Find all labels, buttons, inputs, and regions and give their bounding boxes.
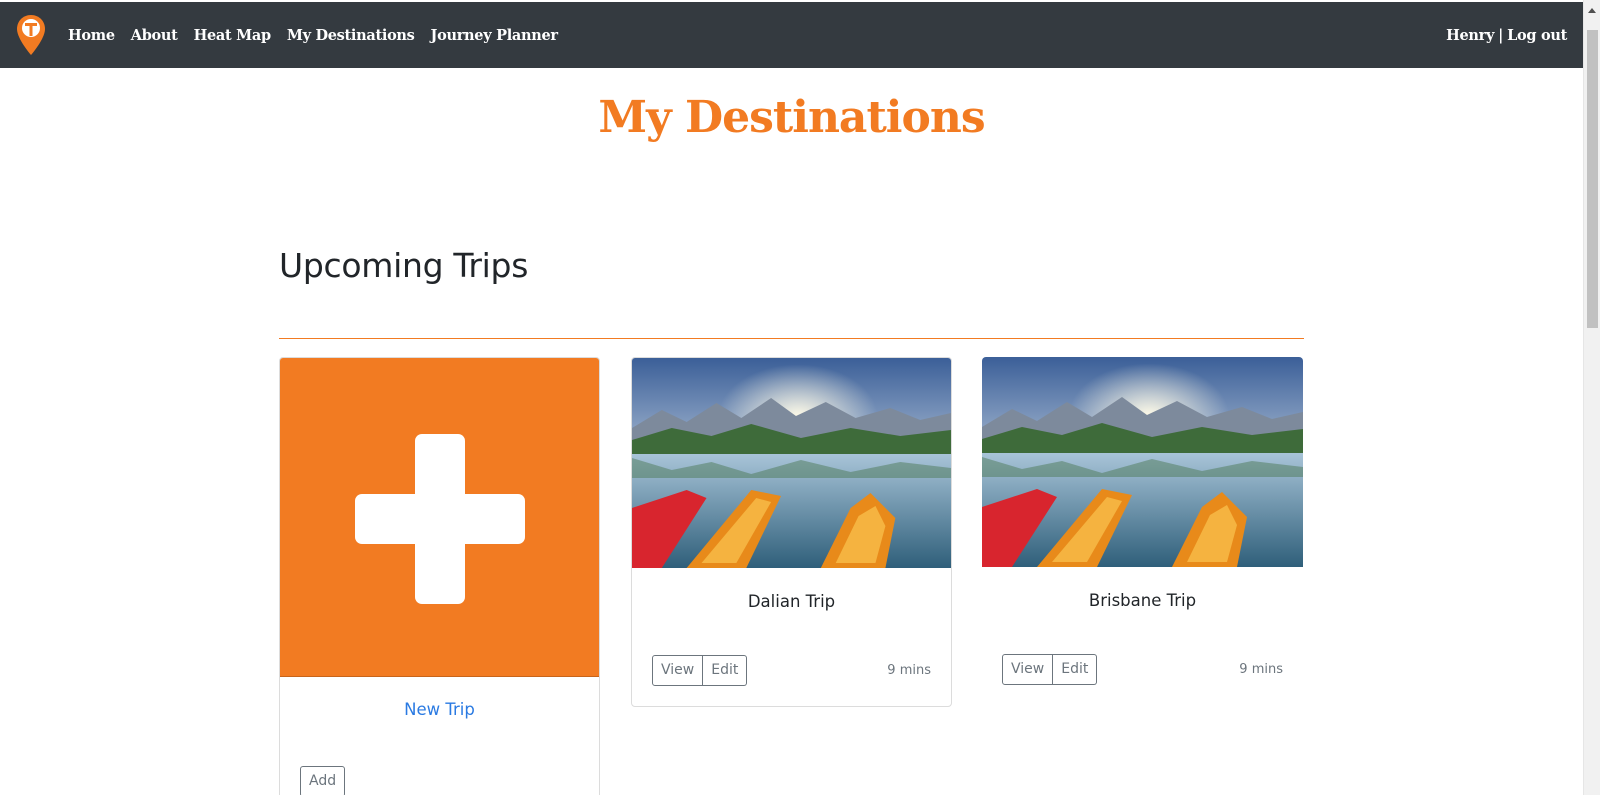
plus-icon[interactable] (280, 358, 599, 677)
logo[interactable] (0, 2, 60, 68)
nav-separator: | (1498, 26, 1504, 44)
edit-trip-button[interactable]: Edit (703, 655, 748, 686)
nav-link-home[interactable]: Home (60, 27, 123, 44)
trip-title: Brisbane Trip (1088, 591, 1197, 610)
page-title: My Destinations (598, 92, 985, 143)
trip-card-brisbane: Brisbane Trip View Edit 9 mins (982, 357, 1303, 707)
map-pin-logo-icon (17, 15, 45, 55)
section-divider (279, 338, 1304, 339)
section-title: Upcoming Trips (279, 246, 529, 285)
trip-landscape-image (982, 357, 1303, 567)
nav-link-heat-map[interactable]: Heat Map (186, 27, 279, 44)
scrollbar-thumb[interactable] (1587, 30, 1598, 328)
edit-trip-button[interactable]: Edit (1053, 654, 1098, 685)
trip-card-dalian: Dalian Trip View Edit 9 mins (631, 357, 952, 707)
trip-actions: View Edit (652, 655, 748, 686)
trip-title: Dalian Trip (747, 592, 836, 611)
trip-landscape-image (632, 358, 951, 568)
new-trip-link[interactable]: New Trip (280, 700, 599, 719)
nav-link-journey-planner[interactable]: Journey Planner (423, 27, 566, 44)
view-trip-button[interactable]: View (652, 655, 704, 686)
nav-link-about[interactable]: About (123, 27, 186, 44)
view-trip-button[interactable]: View (1002, 654, 1054, 685)
nav-links: Home About Heat Map My Destinations Jour… (60, 27, 566, 44)
new-trip-actions: Add (300, 766, 346, 795)
scroll-up-icon[interactable] (1588, 8, 1596, 13)
trip-updated-time: 9 mins (1239, 662, 1283, 677)
trip-updated-time: 9 mins (887, 663, 931, 678)
user-menu: Henry | Log out (1446, 2, 1567, 68)
nav-link-my-destinations[interactable]: My Destinations (279, 27, 423, 44)
top-navbar: Home About Heat Map My Destinations Jour… (0, 2, 1583, 68)
username-link[interactable]: Henry (1446, 27, 1494, 44)
vertical-scrollbar[interactable] (1583, 0, 1600, 795)
logout-link[interactable]: Log out (1507, 27, 1567, 44)
add-trip-button[interactable]: Add (300, 766, 346, 795)
trip-actions: View Edit (1002, 654, 1098, 685)
new-trip-card: New Trip Add (279, 357, 600, 795)
